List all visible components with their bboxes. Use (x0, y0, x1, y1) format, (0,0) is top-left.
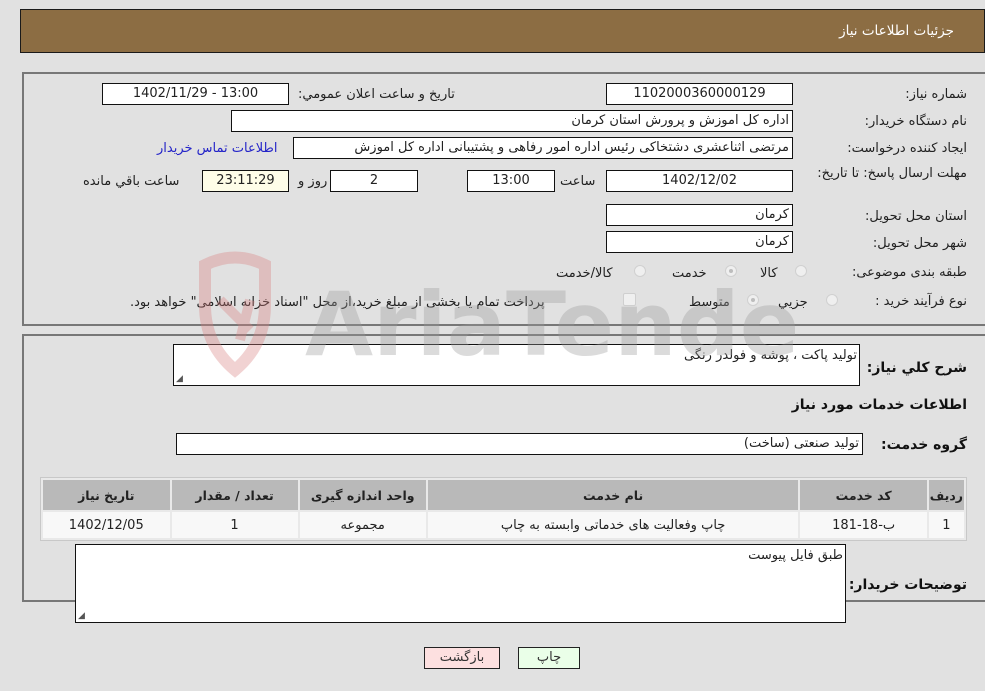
purchase-type-option-medium: متوسط (689, 295, 730, 310)
col-unit: واحد اندازه گیری (299, 480, 426, 510)
time-remaining-label: ساعت باقي مانده (83, 174, 180, 189)
delivery-city-field: کرمان (606, 231, 793, 253)
print-button[interactable]: چاپ (518, 647, 580, 669)
buyer-org-label: نام دستگاه خريدار: (864, 114, 967, 129)
category-option-goods: کالا (760, 266, 778, 281)
cell-need-date: 1402/12/05 (43, 512, 170, 538)
buyer-notes-label: توضیحات خریدار: (848, 577, 967, 593)
deadline-label: مهلت ارسال پاسخ: تا تاریخ: (817, 166, 967, 181)
col-row-number: رديف (928, 480, 964, 510)
page-header: جزئیات اطلاعات نیاز (20, 9, 985, 53)
purchase-type-radio-minor[interactable] (826, 294, 838, 306)
purchase-type-radio-medium[interactable] (747, 294, 759, 306)
buyer-notes-text: طبق فایل پیوست (748, 548, 843, 563)
col-service-code: کد خدمت (800, 480, 927, 510)
resize-handle-icon[interactable]: ◢ (78, 611, 85, 621)
description-text: تولید پاکت ، پوشه و فولدر رنگی (684, 348, 857, 363)
cell-service-name: چاپ وفعالیت های خدماتی وابسته به چاپ (427, 512, 799, 538)
page-title: جزئیات اطلاعات نیاز (839, 23, 954, 39)
service-group-field: تولید صنعتی (ساخت) (176, 433, 863, 455)
category-option-goods-service: کالا/خدمت (556, 266, 613, 281)
deadline-time-field: 13:00 (467, 170, 555, 192)
deadline-date-field: 1402/12/02 (606, 170, 793, 192)
delivery-province-field: کرمان (606, 204, 793, 226)
table-header-row: رديف کد خدمت نام خدمت واحد اندازه گیری ت… (43, 480, 964, 510)
time-remaining-field: 23:11:29 (202, 170, 289, 192)
services-table: رديف کد خدمت نام خدمت واحد اندازه گیری ت… (40, 477, 967, 541)
days-label: روز و (298, 174, 328, 189)
description-textarea[interactable]: تولید پاکت ، پوشه و فولدر رنگی ◢ (173, 344, 860, 386)
resize-handle-icon[interactable]: ◢ (176, 374, 183, 384)
treasury-bonds-label: پرداخت تمام یا بخشی از مبلغ خرید،از محل … (130, 295, 545, 310)
cell-unit: مجموعه (299, 512, 426, 538)
need-number-label: شماره نیاز: (905, 87, 967, 102)
announce-datetime-field: 1402/11/29 - 13:00 (102, 83, 289, 105)
col-quantity: تعداد / مقدار (171, 480, 298, 510)
category-radio-goods[interactable] (795, 265, 807, 277)
deadline-time-label: ساعت (560, 174, 596, 189)
treasury-bonds-checkbox[interactable] (623, 293, 636, 306)
requester-label: ایجاد کننده درخواست: (847, 141, 967, 156)
table-row: 1 ب-18-181 چاپ وفعالیت های خدماتی وابسته… (43, 512, 964, 538)
category-radio-goods-service[interactable] (634, 265, 646, 277)
buyer-notes-textarea[interactable]: طبق فایل پیوست ◢ (75, 544, 846, 623)
category-option-service: خدمت (672, 266, 707, 281)
cell-row-number: 1 (928, 512, 964, 538)
delivery-province-label: استان محل تحویل: (865, 209, 967, 224)
service-group-label: گروه خدمت: (881, 437, 967, 453)
category-radio-service[interactable] (725, 265, 737, 277)
description-label: شرح کلي نياز: (866, 360, 967, 376)
back-button[interactable]: بازگشت (424, 647, 500, 669)
purchase-type-label: نوع فرآیند خرید : (875, 294, 967, 309)
services-heading: اطلاعات خدمات مورد نياز (791, 397, 967, 413)
days-remaining-field: 2 (330, 170, 418, 192)
announce-datetime-label: تاريخ و ساعت اعلان عمومي: (298, 87, 455, 102)
delivery-city-label: شهر محل تحویل: (872, 236, 967, 251)
requester-field: مرتضی اثناعشری دشتخاکی رئیس اداره امور ر… (293, 137, 793, 159)
cell-service-code: ب-18-181 (800, 512, 927, 538)
cell-quantity: 1 (171, 512, 298, 538)
category-label: طبقه بندی موضوعی: (851, 265, 967, 280)
buyer-contact-link[interactable]: اطلاعات تماس خریدار (157, 141, 277, 156)
purchase-type-option-minor: جزیي (778, 295, 808, 310)
buyer-org-field: اداره کل اموزش و پرورش استان کرمان (231, 110, 793, 132)
need-number-field: 1102000360000129 (606, 83, 793, 105)
col-service-name: نام خدمت (427, 480, 799, 510)
col-need-date: تاریخ نیاز (43, 480, 170, 510)
